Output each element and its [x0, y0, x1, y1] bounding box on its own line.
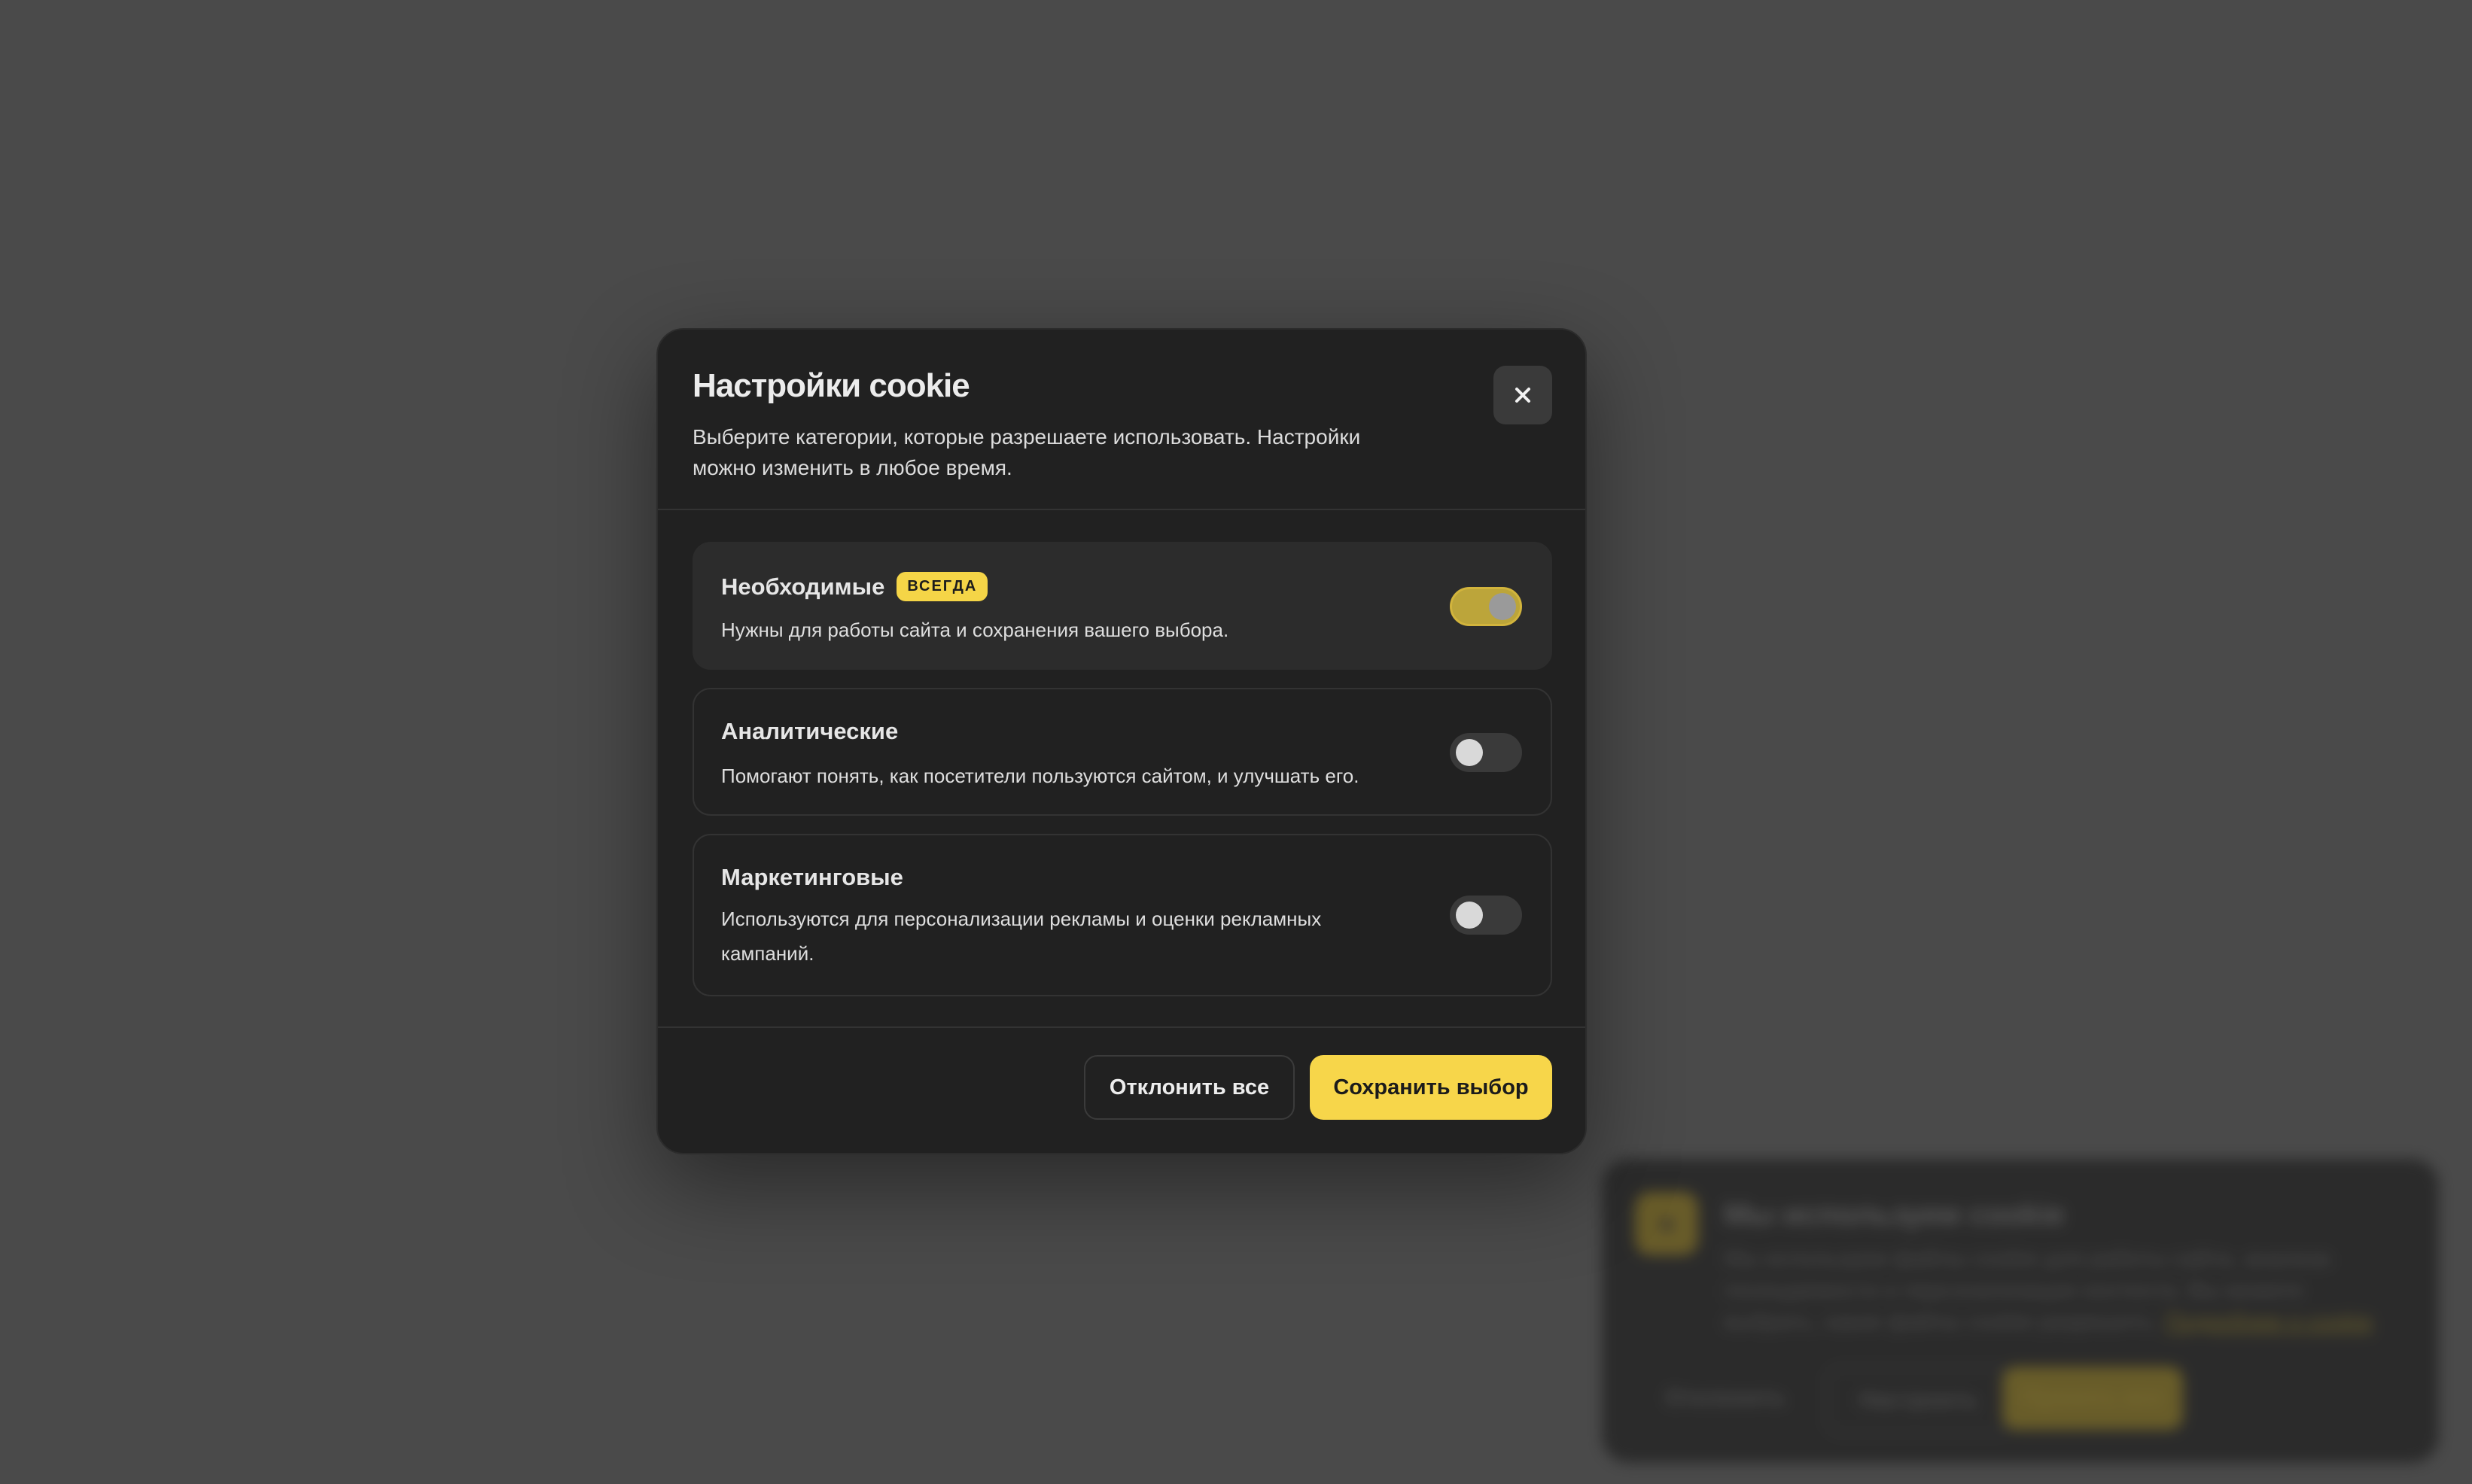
banner-title: Мы используем cookie [1724, 1198, 2065, 1231]
toggle-marketing[interactable] [1450, 896, 1522, 935]
category-description: Используются для персонализации рекламы … [721, 908, 1322, 965]
category-card-marketing: Маркетинговые Используются для персонали… [693, 834, 1552, 996]
save-choice-button[interactable]: Сохранить выбор [1310, 1055, 1552, 1120]
modal-header: Настройки cookie Выберите категории, кот… [658, 330, 1585, 510]
toggle-knob [1456, 902, 1483, 929]
toggle-knob [1489, 593, 1516, 620]
always-badge: ВСЕГДА [897, 572, 988, 601]
category-description: Нужны для работы сайта и сохранения ваше… [721, 619, 1229, 641]
toggle-necessary[interactable] [1450, 587, 1522, 626]
toggle-analytics[interactable] [1450, 733, 1522, 772]
banner-reject-button: Отклонить [1664, 1385, 1786, 1410]
category-card-necessary: Необходимые ВСЕГДА Нужны для работы сайт… [693, 542, 1552, 670]
toggle-knob [1456, 739, 1483, 766]
category-title-row: Необходимые ВСЕГДА [721, 572, 988, 601]
decline-all-button[interactable]: Отклонить все [1084, 1055, 1295, 1120]
banner-settings-button: Настроить [1826, 1367, 2011, 1434]
category-description: Помогают понять, как посетители пользуют… [721, 765, 1359, 787]
category-title: Необходимые [721, 573, 885, 600]
close-icon [1515, 388, 1530, 403]
banner-text: Мы используем файлы cookie для работы са… [1724, 1243, 2401, 1338]
banner-accept-button: Принять все [2002, 1367, 2183, 1430]
modal-subtitle: Выберите категории, которые разрешаете и… [693, 425, 1361, 479]
category-title: Аналитические [721, 718, 899, 744]
banner-link: Подробнее о cookie [2165, 1309, 2373, 1334]
background-cookie-banner: ● Мы используем cookie Мы используем фай… [1602, 1159, 2439, 1463]
category-title-row: Аналитические [721, 718, 898, 745]
modal-title: Настройки cookie [693, 367, 970, 404]
category-title: Маркетинговые [721, 864, 903, 890]
cookie-icon: ● [1635, 1192, 1698, 1255]
close-button[interactable] [1493, 366, 1552, 424]
category-card-analytics: Аналитические Помогают понять, как посет… [693, 688, 1552, 816]
cookie-settings-modal: Настройки cookie Выберите категории, кот… [656, 328, 1587, 1154]
category-title-row: Маркетинговые [721, 864, 903, 891]
modal-footer: Отклонить все Сохранить выбор [658, 1026, 1585, 1153]
